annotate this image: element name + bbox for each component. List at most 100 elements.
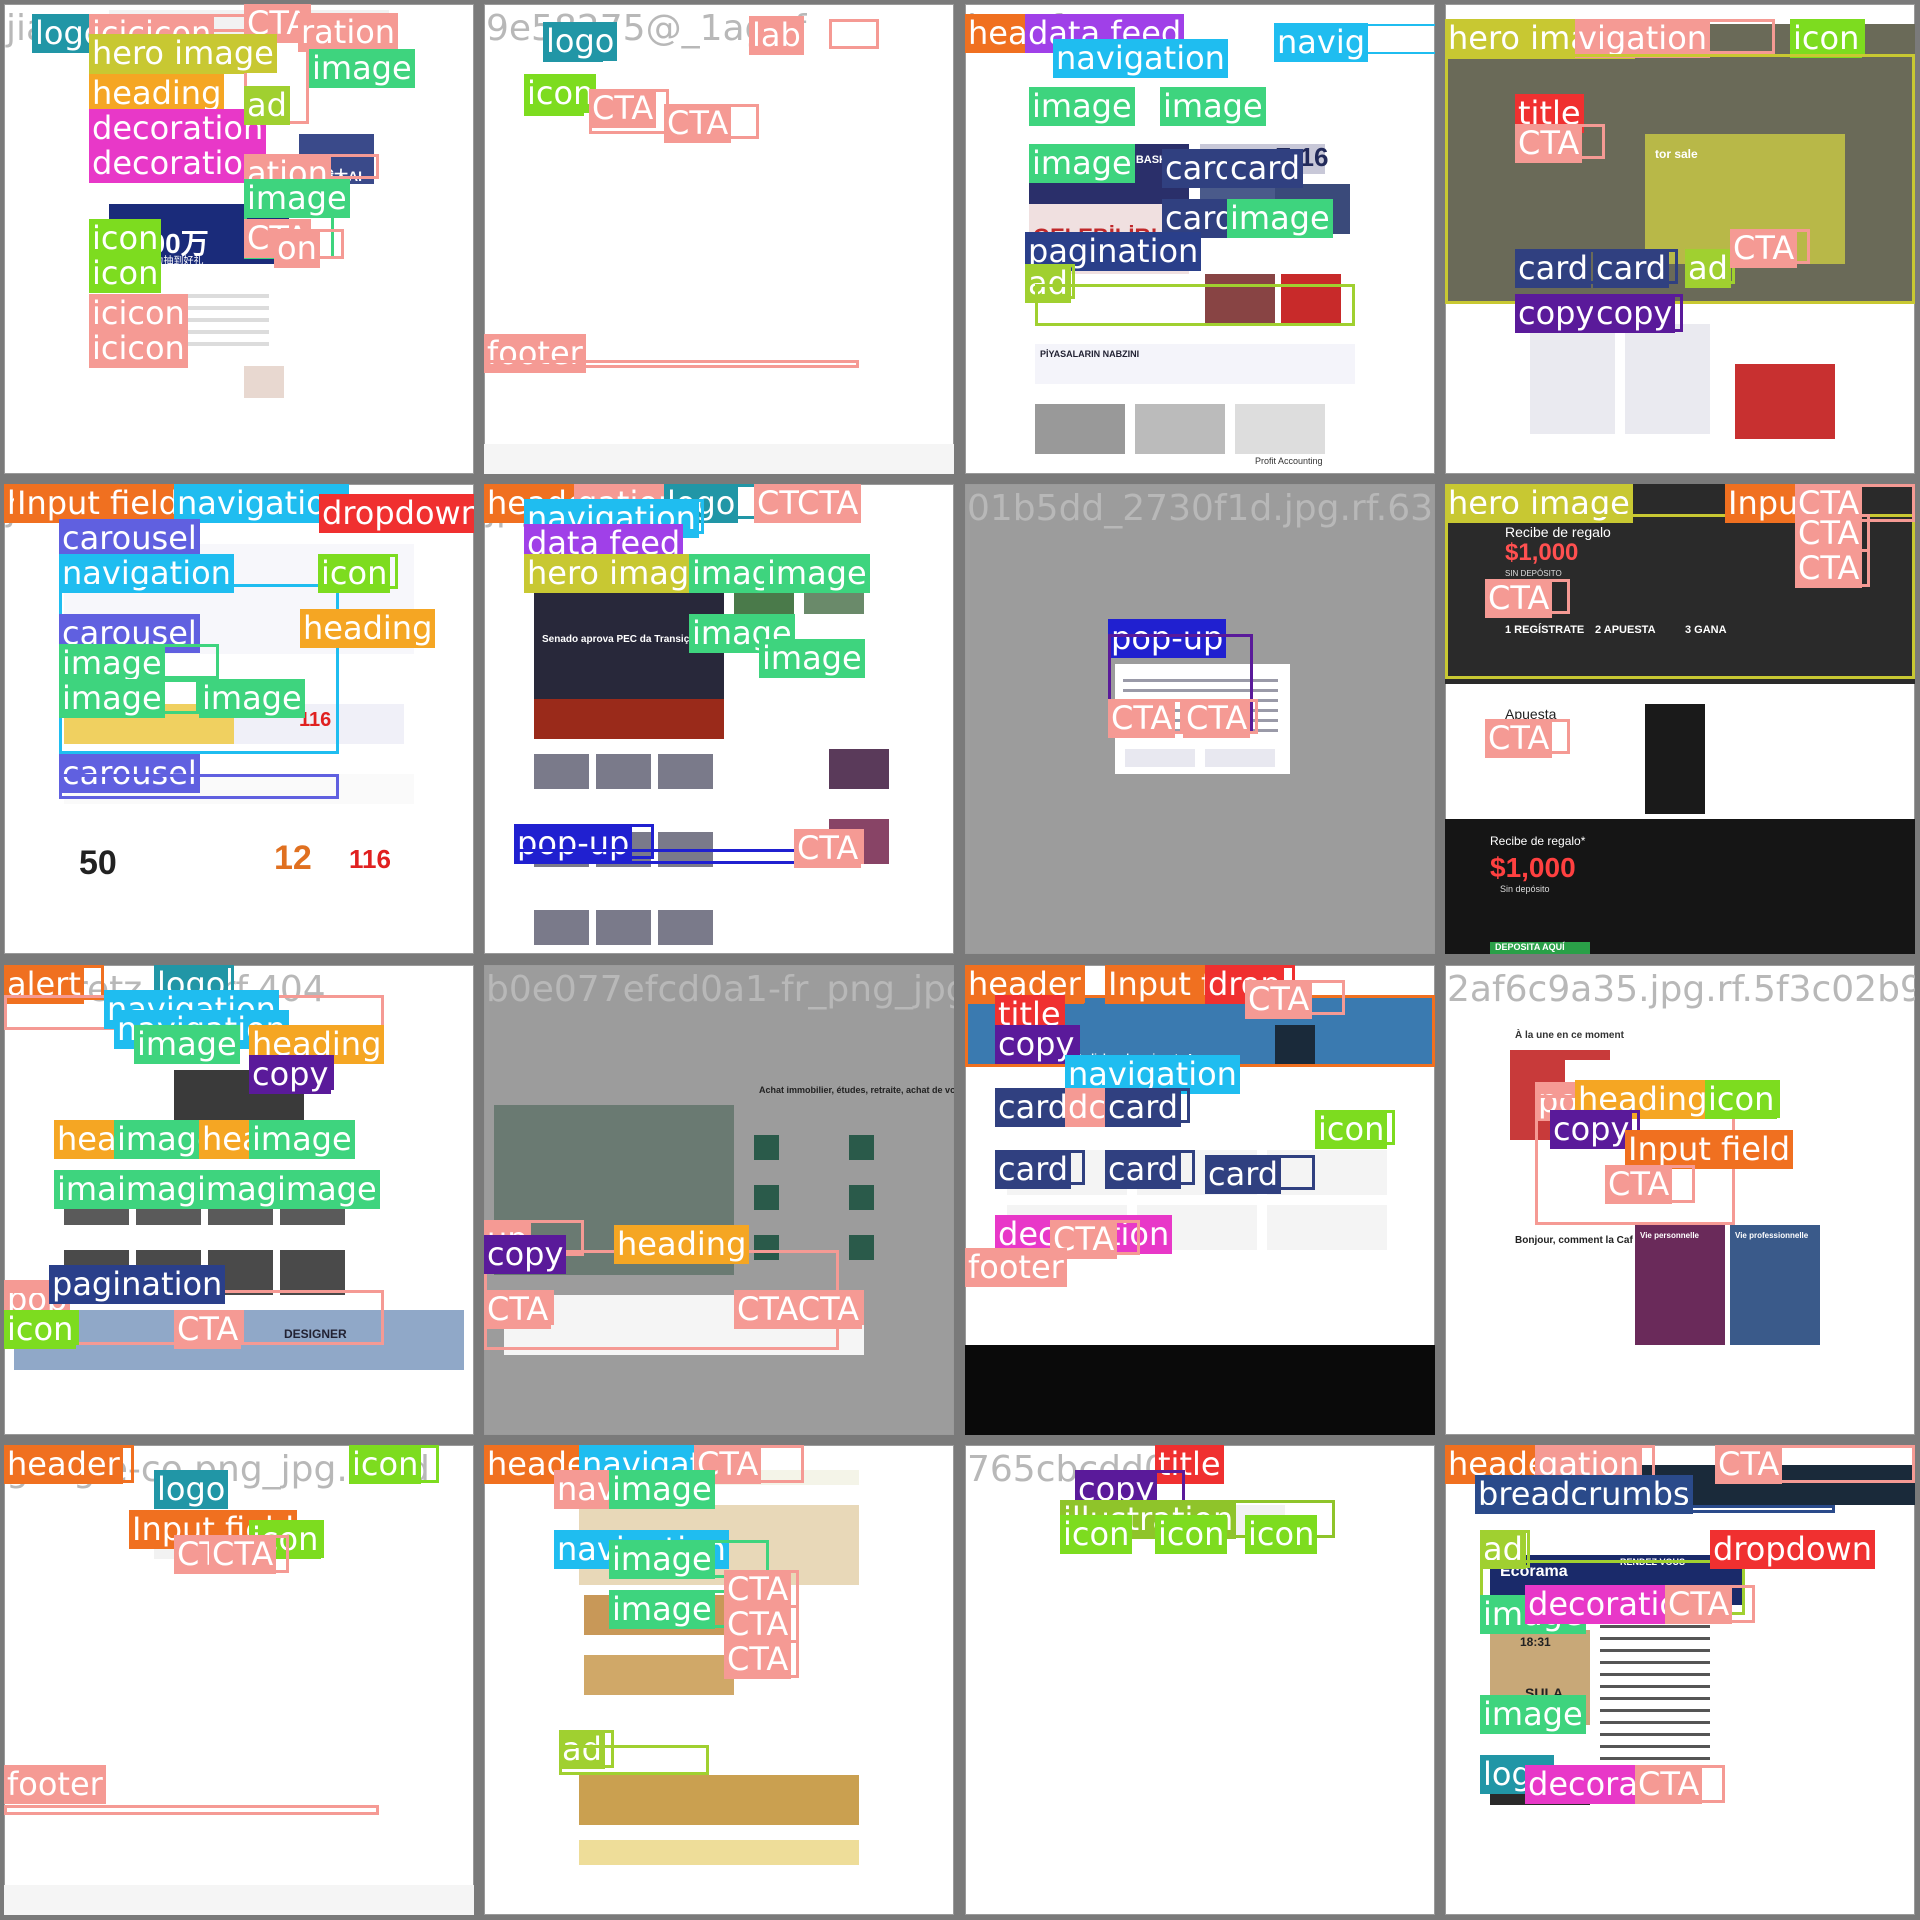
annotation-ad: ad [244,86,290,125]
annotation-image: image [134,1025,240,1064]
tile-filename: 01b5dd_2730f1d.jpg.rf.6318c10 [967,488,1435,529]
annotation-carousel: carousel [59,519,200,558]
image-time: 18:31 [1520,1635,1551,1649]
annotation-on: on [274,229,344,268]
annotation-navigation: navigation [174,484,349,523]
annotation-ad [1035,284,1355,326]
annotation-ration: ration [298,13,399,52]
annotation-label: CTA [484,1290,552,1329]
annotation-image: image [114,1170,220,1209]
annotation-cta: CTA [209,1535,289,1574]
popup-button [1125,749,1195,767]
annotation-label: image [1227,199,1333,238]
annotation-cta: CTA [1245,980,1345,1019]
annotation-image: image [114,1120,220,1159]
annotation-input-field: Input field [1625,1130,1794,1169]
thumb [596,754,651,789]
annotation-image: image [1029,144,1135,183]
screenshot-tile-13: google-co png_jpg.rf.1dGoogleheaderlogoI… [4,1445,474,1915]
annotation-label: icicon [89,329,188,368]
news-line [1600,1661,1710,1664]
annotation-footer [4,1805,379,1815]
annotation-footer: footer [965,1248,1067,1287]
screenshot-tile-12: 2af6c9a35.jpg.rf.5f3c02b923 À la une en c… [1445,965,1915,1435]
annotation-cta: CTA [724,1605,799,1644]
annotation-label: image [59,679,165,718]
bottom-image [1035,404,1125,454]
annotation-label: copy [484,1235,567,1274]
annotation-navigation: navigation [1053,39,1228,78]
annotation-image: image [609,1470,715,1509]
annotation-label: CTA [1795,549,1863,588]
annotation-label: icon [1790,19,1863,58]
annotation-icon: icon [1315,1110,1395,1149]
annotation-label: image [274,1170,380,1209]
annotation-label: ad [244,86,290,125]
caption: Profit Accounting [1255,456,1323,466]
annotation-label: icon [4,1310,77,1349]
annotation-dropdown: dropdown [1710,1530,1875,1569]
tile-filename: 2af6c9a35.jpg.rf.5f3c02b923 [1447,969,1915,1010]
annotation-label: CTA [1515,124,1583,163]
screenshot-tile-1: jia 500万 AI入力抽到好礼 让我大AI logo icicicon CTA ratio… [4,4,474,474]
annotation-heading: heading [54,1120,190,1159]
thumb [658,910,713,945]
annotation-label: heading [89,74,225,113]
annotation-heading: heading [89,74,225,113]
annotation-label: CTA [1605,1165,1673,1204]
annotation-label: CTA [589,89,657,128]
annotation-hero-image: hero image [89,34,277,74]
annotation-logo: logo [154,1470,229,1509]
panel [1635,1225,1725,1345]
annotation-label: card [995,1088,1072,1127]
annotation-label: icon [1060,1515,1133,1554]
annotation-label: CTA [1245,980,1313,1019]
footer-bar [484,444,954,474]
annotation-pagination: pagination [49,1265,226,1304]
annotation-heading: heading [614,1225,750,1264]
bottom-image [1235,404,1325,454]
annotation-copy: copy [249,1055,334,1094]
annotation-copy: copy [1593,294,1683,333]
annotation-header: header [965,14,1084,53]
annotation-label: CTA [724,1640,792,1679]
annotation-image: image [54,1170,160,1209]
annotation-card: card [1227,149,1304,188]
annotation-label: on [274,229,320,268]
annotation-label: hero image [524,554,712,593]
annotation-cta: CTA [1485,579,1570,618]
annotation-cta: CTA [1515,124,1605,163]
bottom-ad-text: PİYASALARIN NABZINI [1040,349,1140,359]
annotation-image: image [1160,87,1266,126]
screenshot-tile-7: 01b5dd_2730f1d.jpg.rf.6318c10pop-upCTACT… [965,484,1435,954]
annotation-label: CTA [209,1535,277,1574]
annotation-cta: CTA [1730,229,1810,268]
annotation-cta: CTA [664,104,759,143]
annotation-label: heading [300,609,436,648]
promo-amount: $1,000 [1490,852,1576,883]
annotation-label: decoration [89,109,267,148]
annotation-label: CTA [1183,699,1251,738]
annotation-label: Input field [14,484,183,523]
annotation-label: card [1227,149,1304,188]
annotation-cta: CTA [1665,1585,1755,1624]
card-thumb [1625,324,1710,434]
annotation-label: dropdown [1710,1530,1875,1569]
thumb [280,1250,345,1295]
annotation-footer: footer [4,1765,106,1804]
panel [1730,1225,1820,1345]
annotation-label: ad [1685,249,1731,288]
icon-tile [754,1135,779,1160]
annotation-icon: icon [1790,19,1865,58]
annotation-label: image [609,1540,715,1579]
annotation-carousel [59,774,339,799]
screenshot-mosaic: jia 500万 AI入力抽到好礼 让我大AI logo icicicon CTA ratio… [0,0,1920,1920]
annotation-label: CTCTA [754,484,862,523]
news-line [1600,1733,1710,1736]
annotation-cta: CTA [794,829,864,868]
annotation-label: card [1105,1150,1182,1189]
screenshot-tile-9: haaretz jpg.rf.404DESIGNERalertlogonavig… [4,965,474,1435]
annotation-ad [559,1745,709,1775]
bottom-image [1135,404,1225,454]
annotation-label: image [609,1590,715,1629]
